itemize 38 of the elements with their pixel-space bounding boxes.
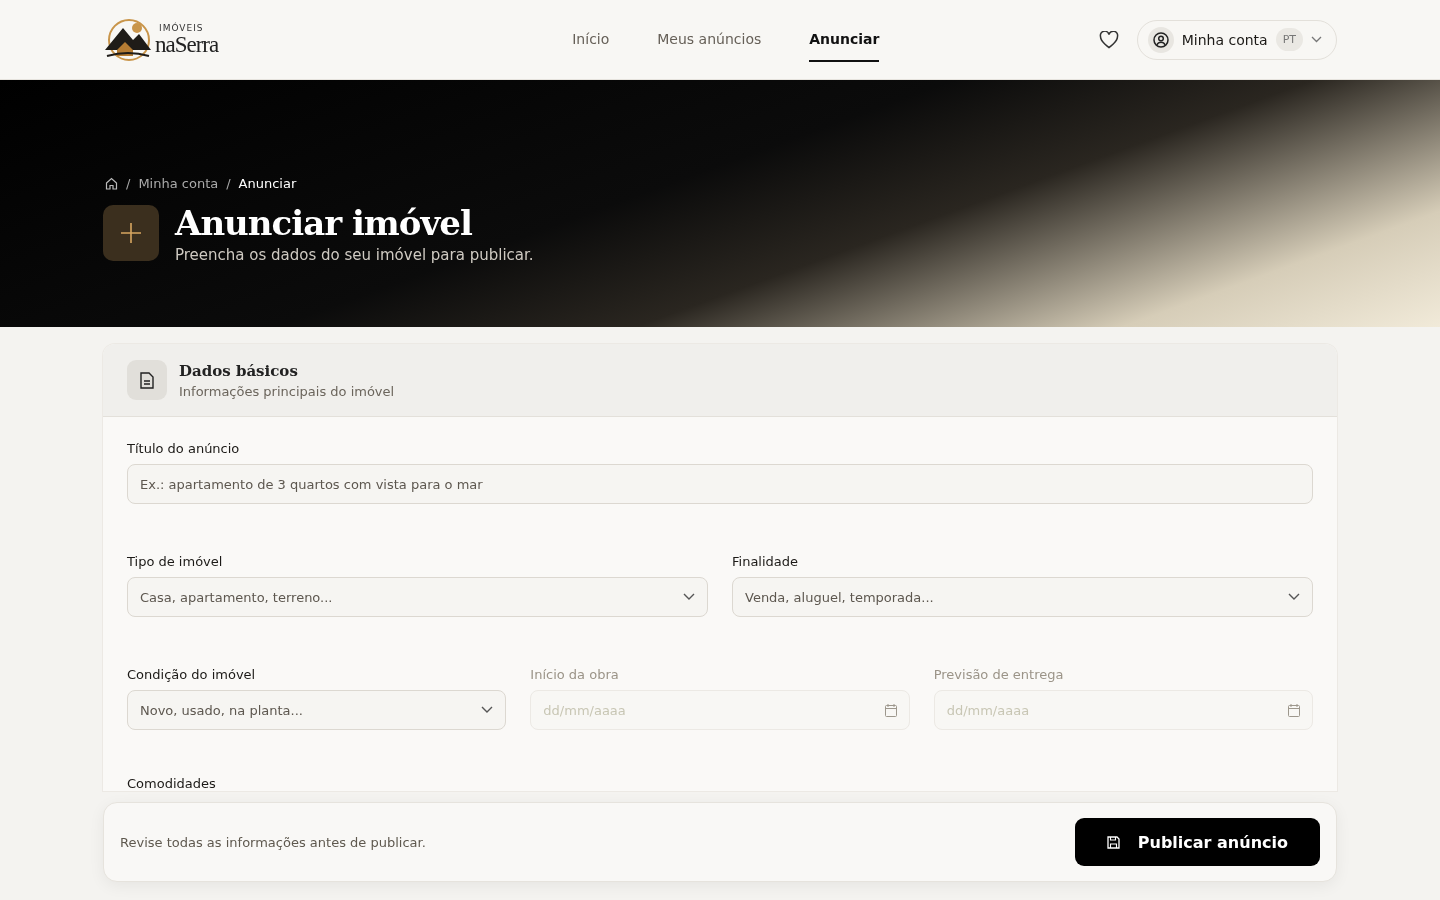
chevron-down-icon: [683, 593, 695, 601]
publish-button[interactable]: Publicar anúncio: [1074, 818, 1320, 866]
calendar-icon: [884, 703, 897, 717]
language-badge: PT: [1275, 28, 1303, 51]
nav-link[interactable]: Meus anúncios: [657, 17, 762, 62]
nav-link[interactable]: Início: [572, 17, 610, 62]
field-label: Início da obra: [530, 667, 620, 682]
input-field[interactable]: Ex.: apartamento de 3 quartos com vista para o mar: [127, 464, 1313, 504]
select-field[interactable]: Casa, apartamento, terreno...: [127, 577, 708, 617]
select-field[interactable]: Novo, usado, na planta...: [127, 690, 507, 730]
logo[interactable]: IMÓVEIS naSerra: [103, 17, 233, 62]
chevron-down-icon: [1311, 36, 1322, 43]
save-icon: [1106, 835, 1120, 849]
review-note: Revise todas as informações antes de publicar.: [120, 834, 426, 850]
heart-icon[interactable]: [1098, 30, 1119, 49]
plus-icon: [103, 205, 159, 261]
breadcrumb-separator: /: [226, 176, 231, 191]
field-label: Finalidade: [732, 554, 800, 569]
page-title: Anunciar imóvel: [175, 205, 473, 243]
calendar-icon: [1288, 703, 1300, 717]
user-icon: [1152, 31, 1169, 48]
field-label: Comodidades: [127, 776, 217, 791]
account-menu[interactable]: Minha conta PT: [1136, 19, 1337, 60]
field-label: Previsão de entrega: [933, 667, 1065, 682]
home-icon[interactable]: [105, 177, 118, 190]
chevron-down-icon: [481, 706, 494, 714]
page-subtitle: Preencha os dados do seu imóvel para publicar.: [175, 246, 534, 265]
chevron-down-icon: [1288, 593, 1300, 601]
field-label: Título do anúncio: [127, 441, 241, 456]
field-label: Condição do imóvel: [127, 667, 257, 682]
select-field[interactable]: Venda, aluguel, temporada...: [732, 577, 1313, 617]
section-subtitle: Informações principais do imóvel: [179, 383, 395, 399]
nav-link[interactable]: Anunciar: [809, 17, 880, 62]
breadcrumb-link[interactable]: Minha conta: [138, 176, 219, 191]
breadcrumb-separator: /: [126, 176, 131, 191]
section-title: Dados básicos: [179, 361, 299, 380]
document-icon: [127, 360, 167, 400]
field-label: Tipo de imóvel: [127, 554, 224, 569]
